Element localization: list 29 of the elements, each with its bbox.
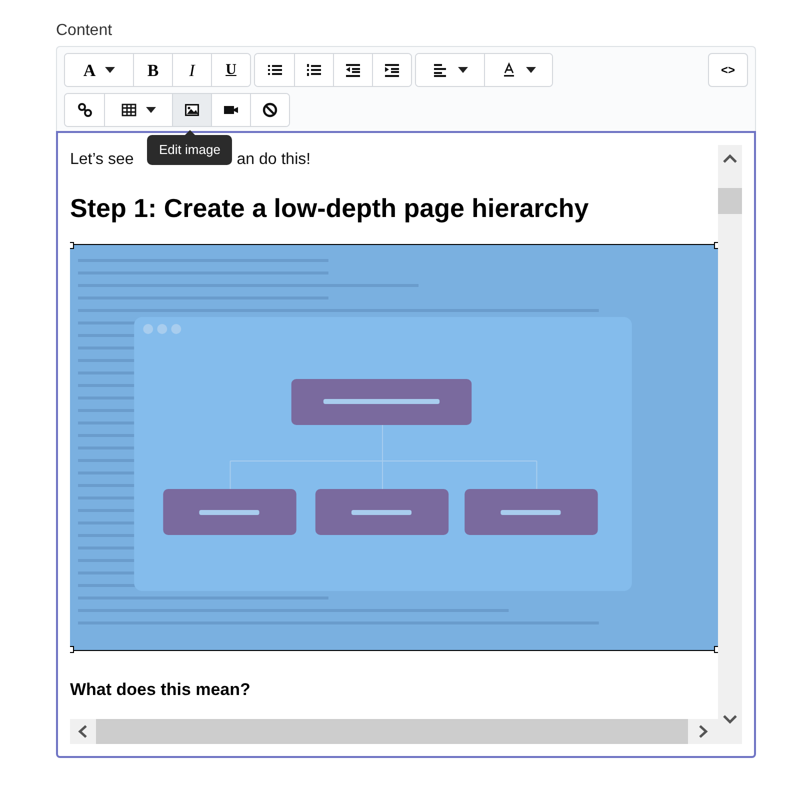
vertical-scrollbar[interactable] [718,145,742,744]
ban-icon [262,102,278,118]
image-icon [184,102,200,118]
align-left-icon [432,62,448,78]
scrollbar-thumb[interactable] [718,188,742,214]
link-icon [76,102,92,118]
indent-icon [384,62,400,78]
toolbar-button[interactable] [372,54,411,86]
horizontal-scrollbar[interactable] [70,719,718,744]
toolbar-button[interactable] [484,54,552,86]
numbered-list-icon [306,62,322,78]
toolbar-button[interactable] [250,94,289,126]
caret-icon [458,67,468,73]
tooltip: Edit image [147,130,232,165]
field-label: Content [56,21,114,41]
text-color-icon [501,62,517,78]
paragraph-text: Let’s see [70,150,134,170]
caret-icon [146,107,156,113]
outdent-icon [345,62,361,78]
bullet-list-icon [266,62,282,78]
toolbar-button[interactable] [172,94,211,126]
code-button[interactable]: <> [708,53,748,87]
caret-icon [526,67,536,73]
table-icon [121,102,137,118]
subheading: What does this mean? [70,679,252,701]
paragraph-text: an do this! [236,150,311,170]
caret-icon [104,67,115,73]
toolbar-button[interactable]: U [211,54,250,86]
heading: Step 1: Create a low-depth page hierarchy [70,192,590,225]
